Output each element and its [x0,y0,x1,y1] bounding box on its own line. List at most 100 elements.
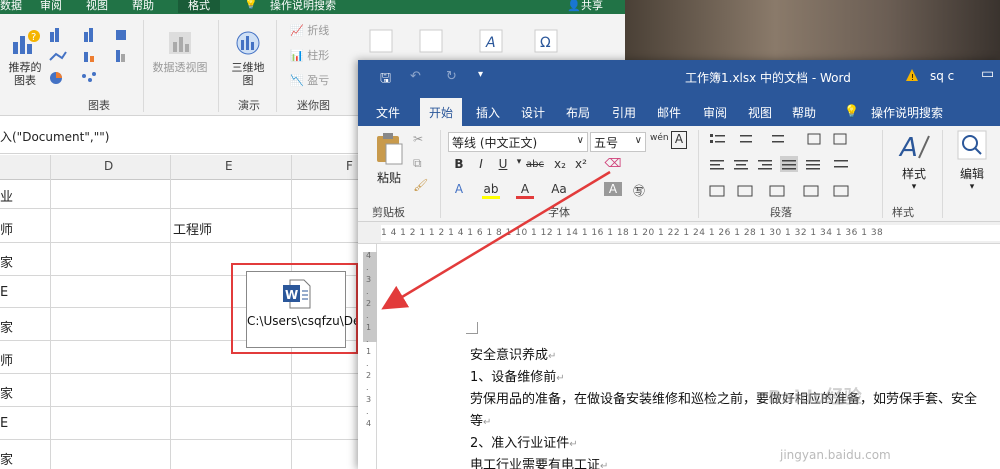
warning-icon[interactable]: ! [905,68,919,82]
document-page[interactable]: 安全意识养成↵ 1、设备维修前↵ 劳保用品的准备，在做设备安装维修和巡检之前，要… [378,244,1000,469]
styles-button[interactable]: A 样式 ▾ [892,130,936,192]
enclose-characters-icon[interactable]: ㊢ [630,182,648,199]
italic-button[interactable]: I [472,157,490,171]
vertical-ruler[interactable]: 4 . 3 . 2 . 1 . 1 . 2 . 3 . 4 [363,244,377,469]
clipboard-icon [377,133,403,165]
tab-format[interactable]: 格式 [178,0,220,13]
col-header-f[interactable]: F [346,159,353,173]
more-ribbon-icons[interactable]: A Ω [360,24,600,63]
formula-text: 入("Document","") [0,130,110,144]
search-icon [957,130,987,160]
cell-a[interactable]: 家 [0,317,13,336]
cell-e-engineer[interactable]: 工程师 [173,219,212,238]
tab-file[interactable]: 文件 [376,104,400,121]
doc-line[interactable]: 电工行业需要有电工证↵ [470,454,608,469]
insert-icons: A Ω [369,29,558,53]
doc-line[interactable]: 1、设备维修前↵ [470,366,565,385]
tab-help[interactable]: 帮助 [132,0,154,13]
tab-mailings[interactable]: 邮件 [657,104,681,121]
cell-a[interactable]: E [0,285,8,300]
paragraph-mark-icon: ↵ [600,461,609,469]
font-color-icon[interactable]: A [516,182,534,199]
doc-line[interactable]: 劳保用品的准备，在做设备安装维修和巡检之前，要做好相应的准备，如劳保手套、安全 [470,388,977,407]
styles-icon: A [898,133,930,163]
copy-icon[interactable]: ⧉ [413,156,422,171]
tab-design[interactable]: 设计 [521,104,545,121]
margin-marker [466,322,478,334]
tab-layout[interactable]: 布局 [566,104,590,121]
font-size-dropdown[interactable]: 五号 ∨ [590,132,646,152]
cell-a[interactable]: 家 [0,383,13,402]
strikethrough-button[interactable]: abc [526,159,544,170]
cell-a[interactable]: 师 [0,219,13,238]
sparkline-winloss-button[interactable]: 📉 盈亏 [290,72,329,88]
watermark: Baidu经验 [768,387,862,408]
background-photo [625,0,1000,60]
ruler-scale: 1 4 1 2 1 1 2 1 4 1 6 1 8 1 10 1 12 1 14… [381,225,1000,241]
sparkline-column-button[interactable]: 📊 柱形 [290,47,329,63]
paste-button[interactable]: 粘贴 [372,132,406,186]
cut-icon[interactable]: ✂ [413,132,423,146]
doc-line[interactable]: 等↵ [470,410,491,429]
tell-me-search[interactable]: 操作说明搜索 [871,104,943,121]
highlight-color-icon[interactable]: ab [482,182,500,199]
superscript-button[interactable]: x² [572,157,590,171]
col-header-d[interactable]: D [104,159,113,173]
tab-review[interactable]: 审阅 [703,104,727,121]
tab-review[interactable]: 审阅 [40,0,62,13]
paragraph-controls-icon[interactable] [708,130,868,202]
tab-insert[interactable]: 插入 [476,104,500,121]
sparkline-line-button[interactable]: 📈 折线 [290,22,329,38]
font-name-dropdown[interactable]: 等线 (中文正文) ∨ [448,132,588,152]
svg-text:A: A [485,35,496,51]
person-icon: 👤 [567,0,581,12]
redo-icon[interactable]: ↻ [446,69,457,84]
undo-icon[interactable]: ↶ [410,69,421,84]
editing-button[interactable]: 编辑 ▾ [952,130,992,192]
cell-a[interactable]: 家 [0,449,13,468]
globe-map-icon [236,31,260,55]
bold-button[interactable]: B [450,157,468,171]
cell-a[interactable]: E [0,416,8,431]
character-border-icon[interactable]: A [671,131,687,149]
pivot-chart-button[interactable]: 数据透视图 [150,28,210,74]
ribbon-display-icon[interactable]: ▭ [981,66,994,82]
user-name[interactable]: sq c [930,69,954,83]
group-label-sparklines: 迷你图 [297,99,330,112]
horizontal-ruler[interactable]: 1 4 1 2 1 1 2 1 4 1 6 1 8 1 10 1 12 1 14… [358,222,1000,244]
tab-help[interactable]: 帮助 [792,104,816,121]
cell-a[interactable]: 业 [0,186,13,205]
window-title: 工作簿1.xlsx 中的文档 - Word [685,71,851,85]
recommended-charts-button[interactable]: ? 推荐的 图表 [5,28,45,87]
subscript-button[interactable]: x₂ [551,157,569,171]
phonetic-guide-icon[interactable]: wén [650,133,669,143]
chevron-down-icon: ∨ [576,135,584,146]
tab-references[interactable]: 引用 [612,104,636,121]
tab-view[interactable]: 视图 [86,0,108,13]
highlight-box [231,263,358,354]
tab-data[interactable]: 数据 [0,0,22,13]
doc-line[interactable]: 安全意识养成↵ [470,344,556,363]
clear-formatting-icon[interactable]: ⌫ [604,156,622,170]
change-case-icon[interactable]: Aa [550,182,568,196]
paragraph-mark-icon: ↵ [556,373,565,384]
chart-type-buttons[interactable] [48,26,138,91]
text-effects-icon[interactable]: A [450,182,468,196]
3d-map-button[interactable]: 三维地 图 [228,28,268,87]
doc-line[interactable]: 2、准入行业证件↵ [470,432,578,451]
tell-me-search[interactable]: 操作说明搜索 [270,0,336,13]
character-shading-icon[interactable]: A [604,182,622,196]
format-painter-icon[interactable]: 🖌 [413,178,428,192]
chevron-down-icon: ∨ [634,135,642,146]
cell-a[interactable]: 家 [0,252,13,271]
cell-a[interactable]: 师 [0,350,13,369]
share-button[interactable]: 👤共享 [567,0,603,13]
save-icon[interactable]: 🖫 [380,69,391,91]
col-header-e[interactable]: E [225,159,233,173]
paragraph-mark-icon: ↵ [548,351,557,362]
tab-view[interactable]: 视图 [748,104,772,121]
tab-home[interactable]: 开始 [420,98,463,126]
lightbulb-icon: 💡 [244,0,258,10]
group-label-styles: 样式 [892,206,914,219]
customize-qat-icon[interactable]: ▾ [478,69,483,80]
